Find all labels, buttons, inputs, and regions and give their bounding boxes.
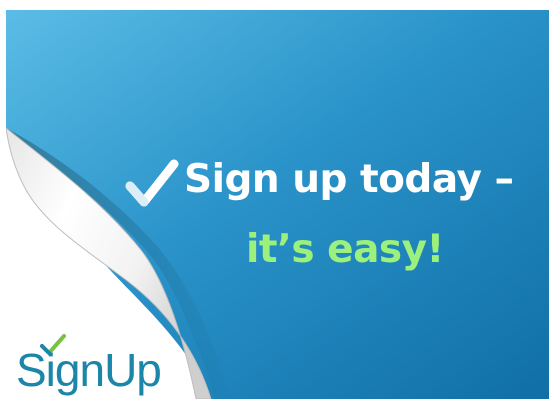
- page-canvas: Sign up today – it’s easy! SignUp: [0, 0, 556, 409]
- checkmark-icon: [125, 159, 179, 207]
- signup-banner: Sign up today – it’s easy! SignUp: [6, 10, 549, 399]
- signup-logo: SignUp: [16, 332, 166, 399]
- headline-line-2: it’s easy!: [246, 227, 444, 272]
- headline: Sign up today – it’s easy!: [124, 152, 544, 302]
- headline-line-1: Sign up today –: [184, 157, 514, 202]
- logo-wordmark: SignUp: [16, 344, 162, 396]
